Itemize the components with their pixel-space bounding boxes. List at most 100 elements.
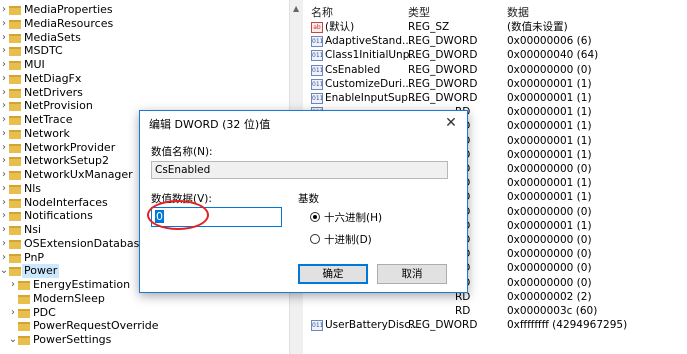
ok-button[interactable]: 确定: [298, 264, 368, 284]
tree-item-label[interactable]: Power: [22, 264, 60, 279]
expand-chevron-icon[interactable]: ›: [0, 182, 9, 196]
value-data-cell[interactable]: 0xffffffff (4294967295): [507, 318, 627, 332]
scroll-up-icon[interactable]: ▲: [293, 4, 299, 13]
value-data-cell[interactable]: 0x00000001 (1): [507, 134, 592, 148]
value-type-cell[interactable]: RD: [455, 304, 470, 318]
expand-chevron-icon[interactable]: ›: [0, 237, 9, 251]
value-data-cell[interactable]: 0x00000001 (1): [507, 148, 592, 162]
tree-item-label[interactable]: MediaResources: [22, 17, 115, 31]
value-data-cell[interactable]: 0x00000002 (2): [507, 290, 592, 304]
dec-radio[interactable]: [310, 234, 320, 244]
value-name-cell[interactable]: UserBatteryDisc...: [325, 318, 420, 332]
value-data-cell[interactable]: 0x00000001 (1): [507, 77, 592, 91]
tree-item-label[interactable]: MUI: [22, 58, 47, 72]
column-header-name[interactable]: 名称: [311, 4, 333, 20]
tree-item[interactable]: › MediaSets: [0, 31, 289, 45]
value-data-cell[interactable]: 0x00000000 (0): [507, 247, 592, 261]
expand-chevron-icon[interactable]: ›: [0, 209, 9, 223]
value-type-cell[interactable]: REG_SZ: [408, 20, 449, 34]
tree-item[interactable]: › MediaProperties: [0, 3, 289, 17]
value-name-cell[interactable]: CsEnabled: [325, 63, 380, 77]
column-header-type[interactable]: 类型: [408, 4, 430, 20]
value-data-cell[interactable]: 0x00000001 (1): [507, 119, 592, 133]
dialog-title-bar[interactable]: 编辑 DWORD (32 位)值 ✕: [140, 111, 467, 135]
tree-item-label[interactable]: NetworkSetup2: [22, 154, 111, 168]
expand-chevron-icon[interactable]: ›: [0, 86, 9, 100]
tree-item-label[interactable]: PnP: [22, 251, 46, 265]
value-type-cell[interactable]: REG_DWORD: [408, 91, 477, 105]
expand-chevron-icon[interactable]: ›: [0, 44, 9, 58]
tree-item-label[interactable]: Notifications: [22, 209, 95, 223]
value-type-cell[interactable]: REG_DWORD: [408, 34, 477, 48]
expand-chevron-icon[interactable]: ›: [0, 31, 9, 45]
expand-chevron-icon[interactable]: ›: [0, 168, 9, 182]
tree-item-label[interactable]: NetTrace: [22, 113, 75, 127]
tree-item-label[interactable]: NetworkProvider: [22, 141, 117, 155]
tree-item-label[interactable]: Network: [22, 127, 72, 141]
expand-chevron-icon[interactable]: ›: [8, 306, 18, 320]
expand-chevron-icon[interactable]: ›: [0, 196, 9, 210]
tree-item[interactable]: › MediaResources: [0, 17, 289, 31]
value-data-cell[interactable]: 0x00000001 (1): [507, 176, 592, 190]
tree-item-label[interactable]: NodeInterfaces: [22, 196, 110, 210]
tree-item-label[interactable]: NetProvision: [22, 99, 95, 113]
tree-item[interactable]: ModernSleep: [0, 292, 289, 306]
tree-item-label[interactable]: MediaProperties: [22, 3, 115, 17]
expand-chevron-icon[interactable]: ›: [0, 141, 9, 155]
value-data-cell[interactable]: 0x00000001 (1): [507, 190, 592, 204]
value-data-cell[interactable]: 0x00000000 (0): [507, 261, 592, 275]
value-data-cell[interactable]: (数值未设置): [507, 20, 568, 34]
expand-chevron-icon[interactable]: ›: [0, 58, 9, 72]
tree-item-label[interactable]: NetDrivers: [22, 86, 85, 100]
cancel-button[interactable]: 取消: [377, 264, 447, 284]
value-name-cell[interactable]: AdaptiveStand...: [325, 34, 412, 48]
value-data-cell[interactable]: 0x00000006 (6): [507, 34, 592, 48]
expand-chevron-icon[interactable]: ›: [0, 72, 9, 86]
tree-item[interactable]: › NetDiagFx: [0, 72, 289, 86]
tree-item-label[interactable]: ModernSleep: [31, 292, 107, 306]
tree-item-label[interactable]: Nls: [22, 182, 43, 196]
tree-item-label[interactable]: NetDiagFx: [22, 72, 83, 86]
collapse-chevron-icon[interactable]: ⌄: [8, 333, 18, 347]
tree-item-label[interactable]: NetworkUxManager: [22, 168, 135, 182]
tree-item-label[interactable]: OSExtensionDatabase: [22, 237, 148, 251]
value-type-cell[interactable]: REG_DWORD: [408, 48, 477, 62]
value-data-cell[interactable]: 0x00000000 (0): [507, 276, 592, 290]
expand-chevron-icon[interactable]: ›: [8, 278, 18, 292]
value-name-cell[interactable]: CustomizeDuri...: [325, 77, 412, 91]
value-name-cell[interactable]: (默认): [325, 20, 354, 34]
value-data-cell[interactable]: 0x00000001 (1): [507, 105, 592, 119]
expand-chevron-icon[interactable]: ›: [0, 3, 9, 17]
expand-chevron-icon[interactable]: ›: [0, 251, 9, 265]
tree-item[interactable]: › PDC: [0, 306, 289, 320]
expand-chevron-icon[interactable]: ›: [0, 154, 9, 168]
tree-item[interactable]: PowerRequestOverride: [0, 319, 289, 333]
tree-item-label[interactable]: MSDTC: [22, 44, 65, 58]
expand-chevron-icon[interactable]: ›: [0, 223, 9, 237]
tree-item-label[interactable]: PowerSettings: [31, 333, 113, 347]
tree-item-label[interactable]: Nsi: [22, 223, 43, 237]
tree-item[interactable]: › MUI: [0, 58, 289, 72]
tree-item-label[interactable]: EnergyEstimation: [31, 278, 132, 292]
value-data-cell[interactable]: 0x00000000 (0): [507, 162, 592, 176]
column-header-data[interactable]: 数据: [507, 4, 529, 20]
value-type-cell[interactable]: REG_DWORD: [408, 63, 477, 77]
tree-item[interactable]: › MSDTC: [0, 44, 289, 58]
tree-item-label[interactable]: PDC: [31, 306, 58, 320]
value-name-cell[interactable]: EnableInputSup...: [325, 91, 418, 105]
value-data-cell[interactable]: 0x00000000 (0): [507, 233, 592, 247]
value-data-cell[interactable]: 0x00000000 (0): [507, 63, 592, 77]
value-data-cell[interactable]: 0x00000001 (1): [507, 219, 592, 233]
value-data-cell[interactable]: 0x00000000 (0): [507, 205, 592, 219]
dec-radio-label[interactable]: 十进制(D): [324, 232, 372, 247]
expand-chevron-icon[interactable]: ›: [0, 113, 9, 127]
tree-item-label[interactable]: PowerRequestOverride: [31, 319, 161, 333]
hex-radio[interactable]: [310, 212, 320, 222]
value-data-cell[interactable]: 0x00000001 (1): [507, 91, 592, 105]
tree-item[interactable]: › NetDrivers: [0, 86, 289, 100]
hex-radio-label[interactable]: 十六进制(H): [324, 210, 382, 225]
expand-chevron-icon[interactable]: ›: [0, 99, 9, 113]
expand-chevron-icon[interactable]: ›: [0, 127, 9, 141]
collapse-chevron-icon[interactable]: ⌄: [0, 264, 9, 278]
value-type-cell[interactable]: REG_DWORD: [408, 77, 477, 91]
